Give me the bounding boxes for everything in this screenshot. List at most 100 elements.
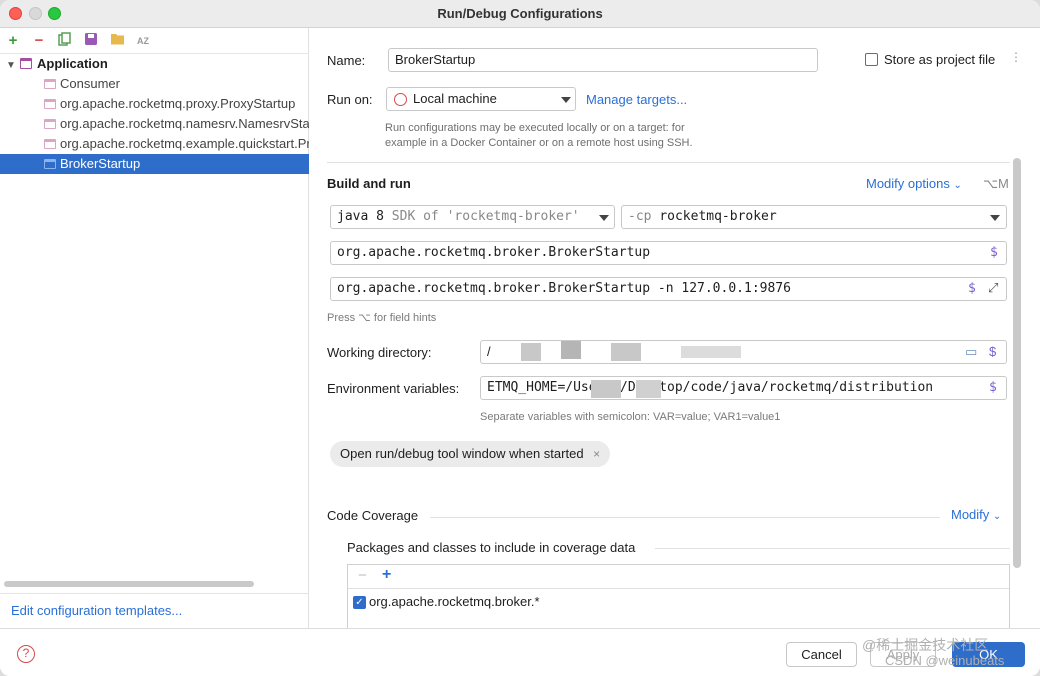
tree-group-label: Application xyxy=(37,56,108,71)
tree-item-namesrv[interactable]: org.apache.rocketmq.namesrv.NamesrvStart… xyxy=(0,114,309,134)
run-debug-dialog: Run/Debug Configurations + − AZ ▼ Applica… xyxy=(0,0,1040,676)
sidebar-horizontal-scrollbar[interactable] xyxy=(4,581,254,587)
coverage-list-toolbar: − + xyxy=(348,565,1009,589)
tree-item-proxy[interactable]: org.apache.rocketmq.proxy.ProxyStartup xyxy=(0,94,309,114)
redacted-area xyxy=(521,343,541,361)
tree-item-label: BrokerStartup xyxy=(60,156,141,171)
editor-vertical-scrollbar[interactable] xyxy=(1013,158,1021,568)
expand-icon[interactable]: ⤢ xyxy=(988,278,998,300)
tree-item-consumer[interactable]: Consumer xyxy=(0,74,309,94)
copy-icon[interactable] xyxy=(56,32,74,50)
code-coverage-heading: Code Coverage xyxy=(327,508,419,523)
configuration-editor: Name: BrokerStartup Store as project fil… xyxy=(310,28,1040,628)
build-and-run-heading: Build and run xyxy=(327,176,411,191)
divider xyxy=(430,517,940,518)
run-on-label: Run on: xyxy=(327,92,373,107)
environment-variables-input[interactable]: ETMQ_HOME=/Use / /Desktop/code/java/rock… xyxy=(480,376,1007,400)
main-class-value: org.apache.rocketmq.broker.BrokerStartup xyxy=(337,245,651,260)
chevron-down-icon[interactable]: ▼ xyxy=(6,56,20,74)
config-icon xyxy=(44,119,56,129)
cp-flag: -cp xyxy=(628,209,652,224)
run-on-select[interactable]: Local machine xyxy=(386,87,576,111)
remove-icon[interactable]: − xyxy=(358,567,367,584)
more-icon[interactable]: ⋮ xyxy=(1010,50,1022,64)
environment-variables-value: ETMQ_HOME=/Use / /Desktop/code/java/rock… xyxy=(487,380,934,395)
program-arguments-value: org.apache.rocketmq.broker.BrokerStartup… xyxy=(337,281,791,296)
tree-item-label: Consumer xyxy=(60,76,120,91)
edit-templates-link[interactable]: Edit configuration templates... xyxy=(11,603,182,618)
tree-item-producer[interactable]: org.apache.rocketmq.example.quickstart.P… xyxy=(0,134,309,154)
tree-item-label: org.apache.rocketmq.example.quickstart.P… xyxy=(60,136,309,151)
home-icon xyxy=(394,93,407,106)
redacted-area xyxy=(591,380,621,398)
folder-icon[interactable] xyxy=(108,32,126,50)
sdk-main: java 8 xyxy=(337,209,384,224)
classpath-select[interactable]: -cp rocketmq-broker xyxy=(621,205,1007,229)
close-icon[interactable]: × xyxy=(593,447,600,461)
configurations-sidebar: + − AZ ▼ Application Consumer org.apache.… xyxy=(0,28,309,628)
config-icon xyxy=(44,79,56,89)
field-hints-text: Press ⌥ for field hints xyxy=(327,312,437,324)
title-bar: Run/Debug Configurations xyxy=(0,0,1040,28)
cp-value: rocketmq-broker xyxy=(659,209,777,224)
macro-icon[interactable]: $ xyxy=(989,377,997,399)
macro-icon[interactable]: $ xyxy=(989,341,996,363)
application-icon xyxy=(20,58,32,69)
working-directory-input[interactable]: / ▭ $ xyxy=(480,340,1007,364)
tree-item-broker-startup[interactable]: BrokerStartup xyxy=(0,154,309,174)
config-icon xyxy=(44,159,56,169)
redacted-area xyxy=(561,341,581,359)
divider xyxy=(327,162,1010,163)
modify-options-link[interactable]: Modify options ⌄ xyxy=(866,176,962,191)
open-tool-window-chip[interactable]: Open run/debug tool window when started … xyxy=(330,441,611,467)
manage-targets-link[interactable]: Manage targets... xyxy=(586,92,687,107)
tree-item-label: org.apache.rocketmq.namesrv.NamesrvStart… xyxy=(60,116,309,131)
store-project-checkbox[interactable] xyxy=(865,53,878,66)
program-arguments-input[interactable]: org.apache.rocketmq.broker.BrokerStartup… xyxy=(330,277,1007,301)
name-input[interactable]: BrokerStartup xyxy=(388,48,818,72)
add-icon[interactable]: + xyxy=(4,32,22,50)
chevron-down-icon: ⌄ xyxy=(953,180,962,191)
chevron-down-icon: ⌄ xyxy=(992,511,1002,522)
store-project-label: Store as project file xyxy=(884,52,996,67)
main-class-input[interactable]: org.apache.rocketmq.broker.BrokerStartup… xyxy=(330,241,1007,265)
macro-icon[interactable]: $ xyxy=(968,278,976,300)
dialog-footer: ? Cancel Apply OK @稀土掘金技术社区 CSDN @weinub… xyxy=(0,628,1040,676)
config-icon xyxy=(44,139,56,149)
run-on-hint-line2: example in a Docker Container or on a re… xyxy=(385,137,693,149)
environment-variables-label: Environment variables: xyxy=(327,381,460,396)
redacted-area xyxy=(611,343,641,361)
modify-options-label: Modify options xyxy=(866,176,950,191)
chevron-down-icon xyxy=(990,215,1000,221)
redacted-area xyxy=(636,380,661,398)
coverage-item-label: org.apache.rocketmq.broker.* xyxy=(369,594,540,609)
add-icon[interactable]: + xyxy=(382,566,391,584)
sort-icon[interactable]: AZ xyxy=(134,32,152,50)
coverage-modify-label: Modify xyxy=(951,507,990,522)
sidebar-toolbar: + − AZ xyxy=(0,28,309,54)
remove-icon[interactable]: − xyxy=(30,32,48,50)
modify-options-shortcut: ⌥M xyxy=(983,176,1009,191)
run-on-value: Local machine xyxy=(413,91,497,106)
folder-icon[interactable]: ▭ xyxy=(965,341,977,363)
working-directory-value: / xyxy=(487,344,491,359)
chevron-down-icon xyxy=(599,215,609,221)
macro-icon[interactable]: $ xyxy=(990,242,998,264)
sdk-select[interactable]: java 8 SDK of 'rocketmq-broker' xyxy=(330,205,615,229)
help-icon[interactable]: ? xyxy=(17,645,35,663)
run-on-hint-line1: Run configurations may be executed local… xyxy=(385,122,685,134)
chip-label: Open run/debug tool window when started xyxy=(340,446,584,461)
coverage-packages-label: Packages and classes to include in cover… xyxy=(347,540,636,555)
coverage-item-checkbox[interactable]: ✓ xyxy=(353,596,366,609)
cancel-button[interactable]: Cancel xyxy=(786,642,857,667)
name-label: Name: xyxy=(327,53,366,68)
watermark-juejin: @稀土掘金技术社区 xyxy=(862,637,989,653)
tree-group-application[interactable]: ▼ Application xyxy=(0,54,309,74)
window-title: Run/Debug Configurations xyxy=(437,6,603,21)
coverage-modify-link[interactable]: Modify ⌄ xyxy=(951,507,1001,522)
sdk-sub: SDK of 'rocketmq-broker' xyxy=(391,209,580,224)
save-icon[interactable] xyxy=(82,32,100,50)
divider xyxy=(0,593,309,594)
config-icon xyxy=(44,99,56,109)
tree-item-label: org.apache.rocketmq.proxy.ProxyStartup xyxy=(60,96,296,111)
